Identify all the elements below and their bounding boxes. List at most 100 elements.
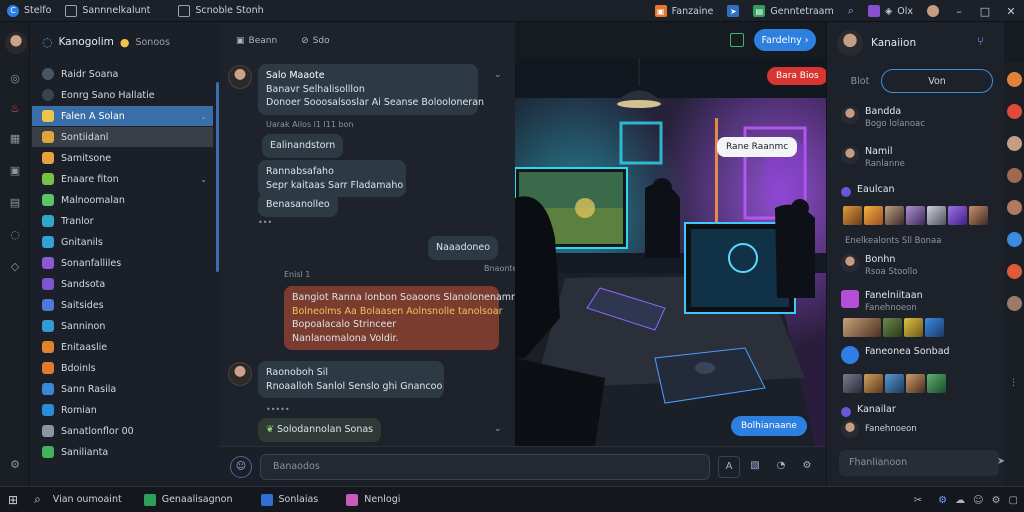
thumbnail[interactable]	[927, 206, 946, 225]
send-button[interactable]: ➤	[720, 0, 746, 22]
thumbnail[interactable]	[948, 206, 967, 225]
sidebar-channel-item[interactable]: Sontiidanl	[32, 127, 213, 147]
link-button[interactable]: ⊘ Sdo	[293, 33, 337, 49]
sidebar-channel-item[interactable]: Sandsota	[32, 274, 213, 294]
sidebar-channel-item[interactable]: Raidr Soana	[32, 64, 213, 84]
sidebar-channel-item[interactable]: Sanilianta	[32, 442, 213, 462]
sidebar-channel-item[interactable]: Bdoinls	[32, 358, 213, 378]
emoji-button[interactable]: ◔	[770, 456, 792, 478]
tab-blot[interactable]: Blot	[839, 69, 881, 93]
message-bubble[interactable]: Benasanolleo	[258, 193, 338, 217]
top-tab-fanzaine[interactable]: ▣ Fanzaine	[648, 0, 721, 22]
history-button[interactable]: ▣ Beann	[228, 33, 285, 49]
thumbnail[interactable]	[885, 206, 904, 225]
thumbnail[interactable]	[864, 206, 883, 225]
document-icon[interactable]: ▤	[8, 196, 22, 210]
sidebar-channel-item[interactable]: Sonanfalliles	[32, 253, 213, 273]
presence-avatar[interactable]	[1007, 232, 1022, 247]
share-icon[interactable]: ⑂	[977, 34, 984, 48]
live-badge[interactable]: Bara Bios	[767, 67, 826, 85]
format-button[interactable]: A	[718, 456, 740, 478]
user-avatar[interactable]	[920, 0, 946, 22]
sender-avatar[interactable]	[228, 362, 252, 386]
sidebar-channel-item[interactable]: Sann Rasila	[32, 379, 213, 399]
profile-switch[interactable]: ◈ Olx	[861, 0, 920, 22]
thumbnail[interactable]	[904, 318, 923, 337]
sidebar-channel-item[interactable]: Enitaaslie	[32, 337, 213, 357]
scroll-down-chevron-icon[interactable]: ⌄	[494, 424, 502, 434]
message-bubble[interactable]: Ealinandstorn	[262, 134, 344, 158]
app-title[interactable]: C Stelfo	[0, 0, 58, 22]
taskbar-app-3[interactable]: Nenlogi	[338, 487, 408, 512]
member-item[interactable]: Fanehnoeon	[841, 420, 917, 438]
network-icon[interactable]: ⚙	[938, 495, 947, 506]
tag-icon[interactable]: ◇	[8, 260, 22, 274]
presence-avatar[interactable]	[1007, 296, 1022, 311]
maximize-button[interactable]: □	[972, 5, 998, 18]
sidebar-channel-item[interactable]: Romian	[32, 400, 213, 420]
panel-avatar[interactable]	[837, 30, 863, 56]
tab-von[interactable]: Von	[881, 69, 993, 93]
message-input[interactable]: Banaodos	[260, 454, 710, 480]
member-item[interactable]: Fanelniitaan Fanehnoeon	[841, 290, 923, 313]
more-dots-icon[interactable]: •••	[258, 218, 272, 227]
thumbnail[interactable]	[864, 374, 883, 393]
chat-icon[interactable]: ◌	[8, 228, 22, 242]
sidebar-channel-item[interactable]: Sanatlonflor 00	[32, 421, 213, 441]
taskbar-search[interactable]: ⌕ Vian oumoaint	[26, 487, 130, 512]
member-item[interactable]: Bandda Bogo lolanoac	[841, 106, 925, 129]
emoji-icon[interactable]: ☺	[973, 495, 983, 506]
chevron-down-icon[interactable]: ⌄	[200, 112, 207, 121]
media-thumbnails[interactable]	[843, 318, 944, 337]
taskbar-app-1[interactable]: Genaalisagnon	[136, 487, 241, 512]
reactions-bar[interactable]: •••••	[266, 405, 290, 414]
thumbnail[interactable]	[925, 318, 944, 337]
grid-icon[interactable]: ▦	[8, 132, 22, 146]
sidebar-scrollbar[interactable]	[216, 82, 219, 272]
presence-avatar[interactable]	[1007, 136, 1022, 151]
member-item[interactable]: Namil Ranlanne	[841, 146, 905, 169]
message-bubble[interactable]: Raonoboh Sil Rnoaalloh Sanlol Senslo ghi…	[258, 361, 444, 398]
thumbnail[interactable]	[906, 374, 925, 393]
chevron-down-icon[interactable]: ⌄	[200, 175, 207, 184]
member-item[interactable]: Kanailar	[841, 404, 896, 417]
thumbnail[interactable]	[969, 206, 988, 225]
menu-tab-1[interactable]: Sannnelkalunt	[58, 0, 157, 22]
member-item[interactable]: Faneonea Sonbad	[841, 346, 950, 364]
message-bubble[interactable]: Rannabsafaho Sepr kaitaas Sarr Fladamaho	[258, 160, 406, 197]
presence-avatar[interactable]	[1007, 264, 1022, 279]
sidebar-channel-item[interactable]: Falen A Solan ⌄	[32, 106, 213, 126]
thumbnail[interactable]	[843, 318, 881, 337]
gear-icon[interactable]: ⚙	[992, 495, 1001, 506]
send-message-button[interactable]: ⚙	[796, 456, 818, 478]
chevron-down-icon[interactable]: ⌄	[494, 70, 502, 80]
settings-icon[interactable]: ⚙	[8, 458, 22, 472]
compass-icon[interactable]: ◎	[8, 72, 22, 86]
message-bubble-highlight[interactable]: Bangiot Ranna lonbon Soaoons Slanolonena…	[284, 286, 523, 350]
sidebar-channel-item[interactable]: Sanninon	[32, 316, 213, 336]
sidebar-channel-item[interactable]: Gnitanils	[32, 232, 213, 252]
media-thumbnails[interactable]	[843, 206, 988, 225]
message-bubble[interactable]: Naaadoneo	[428, 236, 499, 260]
top-tab-genntetraam[interactable]: ▤ Genntetraam	[746, 0, 840, 22]
minimize-button[interactable]: –	[946, 5, 972, 18]
sidebar-channel-item[interactable]: Saitsides	[32, 295, 213, 315]
media-thumbnails[interactable]	[843, 374, 946, 393]
thumbnail[interactable]	[885, 374, 904, 393]
sidebar-channel-item[interactable]: Malnoomalan	[32, 190, 213, 210]
thumbnail[interactable]	[843, 374, 862, 393]
shared-image[interactable]: Bara Bios Rane Raanmc Bolhianaane	[515, 58, 826, 446]
thumbnail[interactable]	[927, 374, 946, 393]
start-button[interactable]: ⊞	[0, 487, 26, 512]
flame-icon[interactable]: ♨	[8, 102, 22, 116]
close-button[interactable]: ✕	[998, 5, 1024, 18]
sidebar-channel-item[interactable]: Eonrg Sano Hallatie	[32, 85, 213, 105]
channel-settings-icon[interactable]	[730, 33, 744, 47]
image-action-button[interactable]: Bolhianaane	[731, 416, 807, 436]
sidebar-channel-item[interactable]: Enaare fiton ⌄	[32, 169, 213, 189]
image-button[interactable]: ▧	[744, 456, 766, 478]
thumbnail[interactable]	[906, 206, 925, 225]
message-bubble[interactable]: ❦ Solodannolan Sonas	[258, 418, 382, 442]
panel-search-input[interactable]: Fhanlianoon	[839, 450, 999, 476]
sidebar-channel-item[interactable]: Tranlor	[32, 211, 213, 231]
